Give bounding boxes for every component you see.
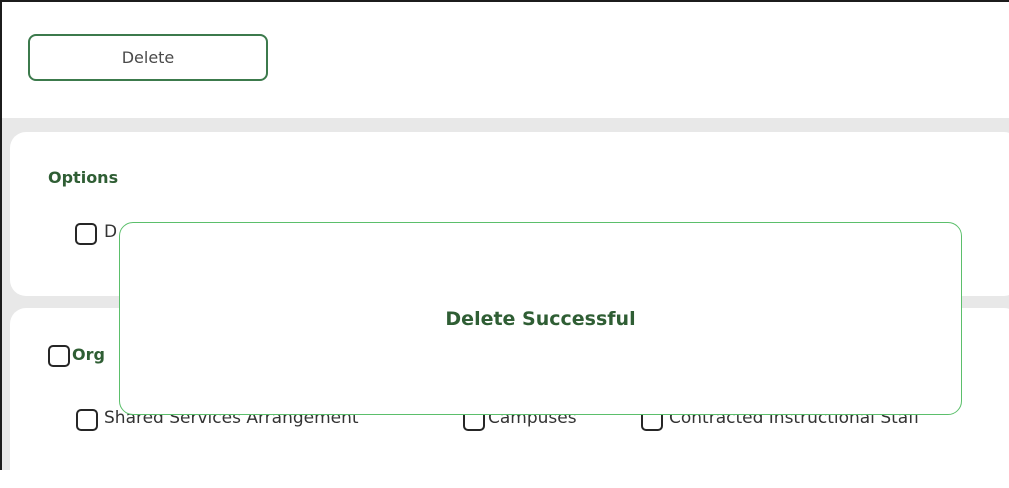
shared-services-checkbox[interactable] (76, 409, 98, 431)
options-checkbox-1-label: D (104, 222, 118, 242)
organization-title: Org (72, 345, 105, 364)
success-dialog: Delete Successful (119, 222, 962, 415)
success-message: Delete Successful (445, 307, 636, 330)
options-title: Options (48, 168, 119, 187)
options-checkbox-1[interactable] (75, 223, 97, 245)
delete-button[interactable]: Delete (28, 34, 268, 81)
organization-checkbox[interactable] (48, 345, 70, 367)
